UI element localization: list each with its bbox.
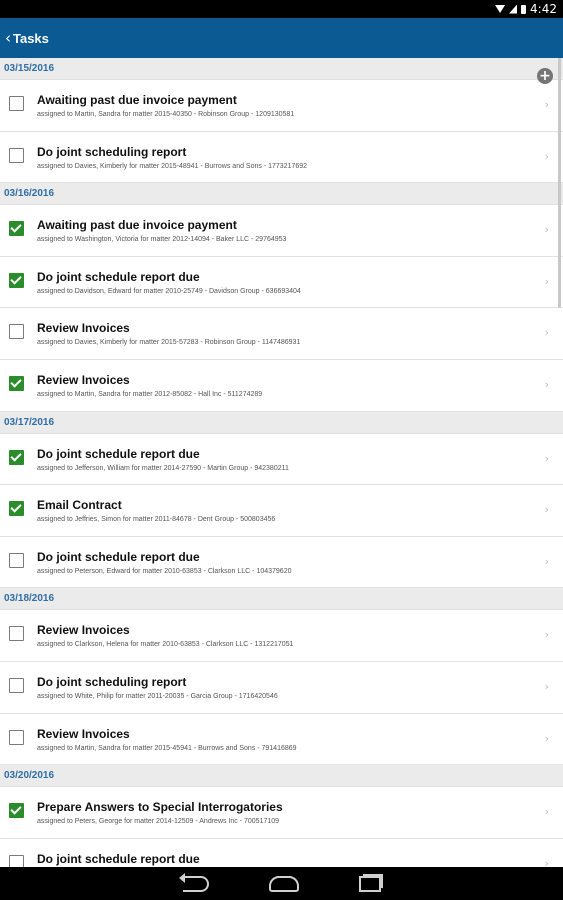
task-subtitle: assigned to Peterson, Edward for matter …	[37, 567, 292, 575]
task-row[interactable]: Do joint scheduling report assigned to Wh…	[0, 661, 563, 714]
chevron-right-icon: ›	[544, 679, 549, 693]
task-checkbox[interactable]	[9, 324, 24, 340]
chevron-right-icon: ›	[544, 377, 549, 391]
task-subtitle: assigned to White, Philip for matter 201…	[37, 692, 278, 700]
task-title: Do joint schedule report due	[37, 269, 200, 284]
task-checkbox[interactable]	[9, 854, 24, 867]
task-checkbox[interactable]	[9, 272, 24, 288]
chevron-right-icon: ›	[544, 731, 549, 745]
task-list[interactable]: + 03/15/2016 Awaiting past due invoice pa…	[0, 58, 563, 867]
chevron-right-icon: ›	[544, 98, 549, 111]
nav-recent-apps-icon[interactable]	[358, 875, 381, 892]
task-row[interactable]: Do joint schedule report due assigned to …	[0, 536, 563, 589]
task-title: Review Invoices	[37, 372, 130, 387]
chevron-left-icon: ‹	[5, 29, 11, 47]
task-row[interactable]: Do joint schedule report due ›	[0, 838, 563, 867]
app-bar: ‹ Tasks	[0, 18, 563, 58]
task-row[interactable]: Prepare Answers to Special Interrogatori…	[0, 787, 563, 839]
task-subtitle: assigned to Washington, Victoria for mat…	[37, 236, 287, 244]
task-title: Prepare Answers to Special Interrogatori…	[37, 800, 283, 815]
chevron-right-icon: ›	[544, 326, 549, 340]
task-subtitle: assigned to Davidson, Edward for matter …	[37, 287, 301, 295]
chevron-right-icon: ›	[544, 223, 549, 237]
date-header: 03/20/2016	[0, 765, 563, 788]
task-checkbox[interactable]	[9, 803, 24, 819]
task-title: Review Invoices	[37, 726, 130, 741]
chevron-right-icon: ›	[544, 149, 549, 163]
battery-icon	[521, 4, 527, 14]
task-checkbox[interactable]	[9, 96, 24, 111]
task-checkbox[interactable]	[9, 221, 24, 237]
task-title: Review Invoices	[37, 321, 130, 336]
task-subtitle: assigned to Martin, Sandra for matter 20…	[37, 744, 297, 752]
chevron-right-icon: ›	[544, 628, 549, 642]
nav-home-icon[interactable]	[268, 875, 299, 892]
task-title: Do joint scheduling report	[37, 144, 187, 159]
task-row[interactable]: Review Invoices assigned to Clarkson, Hel…	[0, 610, 563, 662]
task-subtitle: assigned to Davies, Kimberly for matter …	[37, 162, 308, 170]
task-title: Email Contract	[37, 498, 122, 513]
task-checkbox[interactable]	[9, 449, 24, 465]
status-time: 4:42	[530, 2, 557, 16]
task-subtitle: assigned to Jefferson, William for matte…	[37, 464, 289, 472]
task-title: Awaiting past due invoice payment	[37, 93, 237, 107]
task-checkbox[interactable]	[9, 501, 24, 517]
date-header: 03/15/2016	[0, 58, 563, 80]
date-header: 03/16/2016	[0, 183, 563, 206]
wifi-icon	[495, 5, 506, 13]
navigation-bar	[0, 867, 563, 900]
add-circle-icon[interactable]: +	[537, 68, 553, 84]
task-checkbox[interactable]	[9, 552, 24, 568]
task-title: Review Invoices	[37, 623, 130, 638]
task-row[interactable]: Review Invoices assigned to Davies, Kimbe…	[0, 308, 563, 360]
task-row[interactable]: Do joint scheduling report assigned to Da…	[0, 131, 563, 184]
task-row[interactable]: Review Invoices assigned to Martin, Sandr…	[0, 713, 563, 766]
date-header: 03/17/2016	[0, 411, 563, 434]
task-checkbox[interactable]	[9, 375, 24, 391]
status-bar: 4:42	[0, 0, 563, 18]
task-subtitle: assigned to Peters, George for matter 20…	[37, 818, 280, 826]
task-title: Do joint scheduling report	[37, 674, 187, 689]
task-title: Do joint schedule report due	[37, 851, 200, 866]
chevron-right-icon: ›	[544, 856, 549, 867]
page-title: Tasks	[13, 30, 49, 46]
chevron-right-icon: ›	[544, 451, 549, 465]
scrollbar[interactable]	[558, 58, 561, 308]
task-row[interactable]: Awaiting past due invoice payment assigne…	[0, 80, 563, 132]
chevron-right-icon: ›	[544, 274, 549, 288]
task-row[interactable]: Review Invoices assigned to Martin, Sandr…	[0, 359, 563, 412]
task-row[interactable]: Do joint schedule report due assigned to …	[0, 256, 563, 309]
task-title: Do joint schedule report due	[37, 446, 200, 461]
task-title: Awaiting past due invoice payment	[37, 218, 237, 233]
back-button[interactable]: ‹ Tasks	[0, 18, 49, 58]
signal-icon	[509, 4, 518, 14]
task-subtitle: assigned to Jeffries, Simon for matter 2…	[37, 516, 276, 524]
task-checkbox[interactable]	[9, 729, 24, 745]
task-row[interactable]: Awaiting past due invoice payment assigne…	[0, 205, 563, 257]
chevron-right-icon: ›	[544, 805, 549, 819]
task-title: Do joint schedule report due	[37, 549, 200, 564]
task-subtitle: assigned to Martin, Sandra for matter 20…	[37, 111, 295, 118]
nav-back-icon[interactable]	[178, 872, 209, 892]
date-header: 03/18/2016	[0, 588, 563, 611]
task-subtitle: assigned to Martin, Sandra for matter 20…	[37, 390, 263, 398]
task-subtitle: assigned to Davies, Kimberly for matter …	[37, 339, 301, 347]
chevron-right-icon: ›	[544, 554, 549, 568]
task-checkbox[interactable]	[9, 147, 24, 163]
task-row[interactable]: Email Contract assigned to Jeffries, Simo…	[0, 485, 563, 537]
task-checkbox[interactable]	[9, 677, 24, 693]
task-subtitle: assigned to Clarkson, Helena for matter …	[37, 641, 294, 649]
task-row[interactable]: Do joint schedule report due assigned to …	[0, 433, 563, 486]
task-checkbox[interactable]	[9, 626, 24, 642]
chevron-right-icon: ›	[544, 503, 549, 517]
